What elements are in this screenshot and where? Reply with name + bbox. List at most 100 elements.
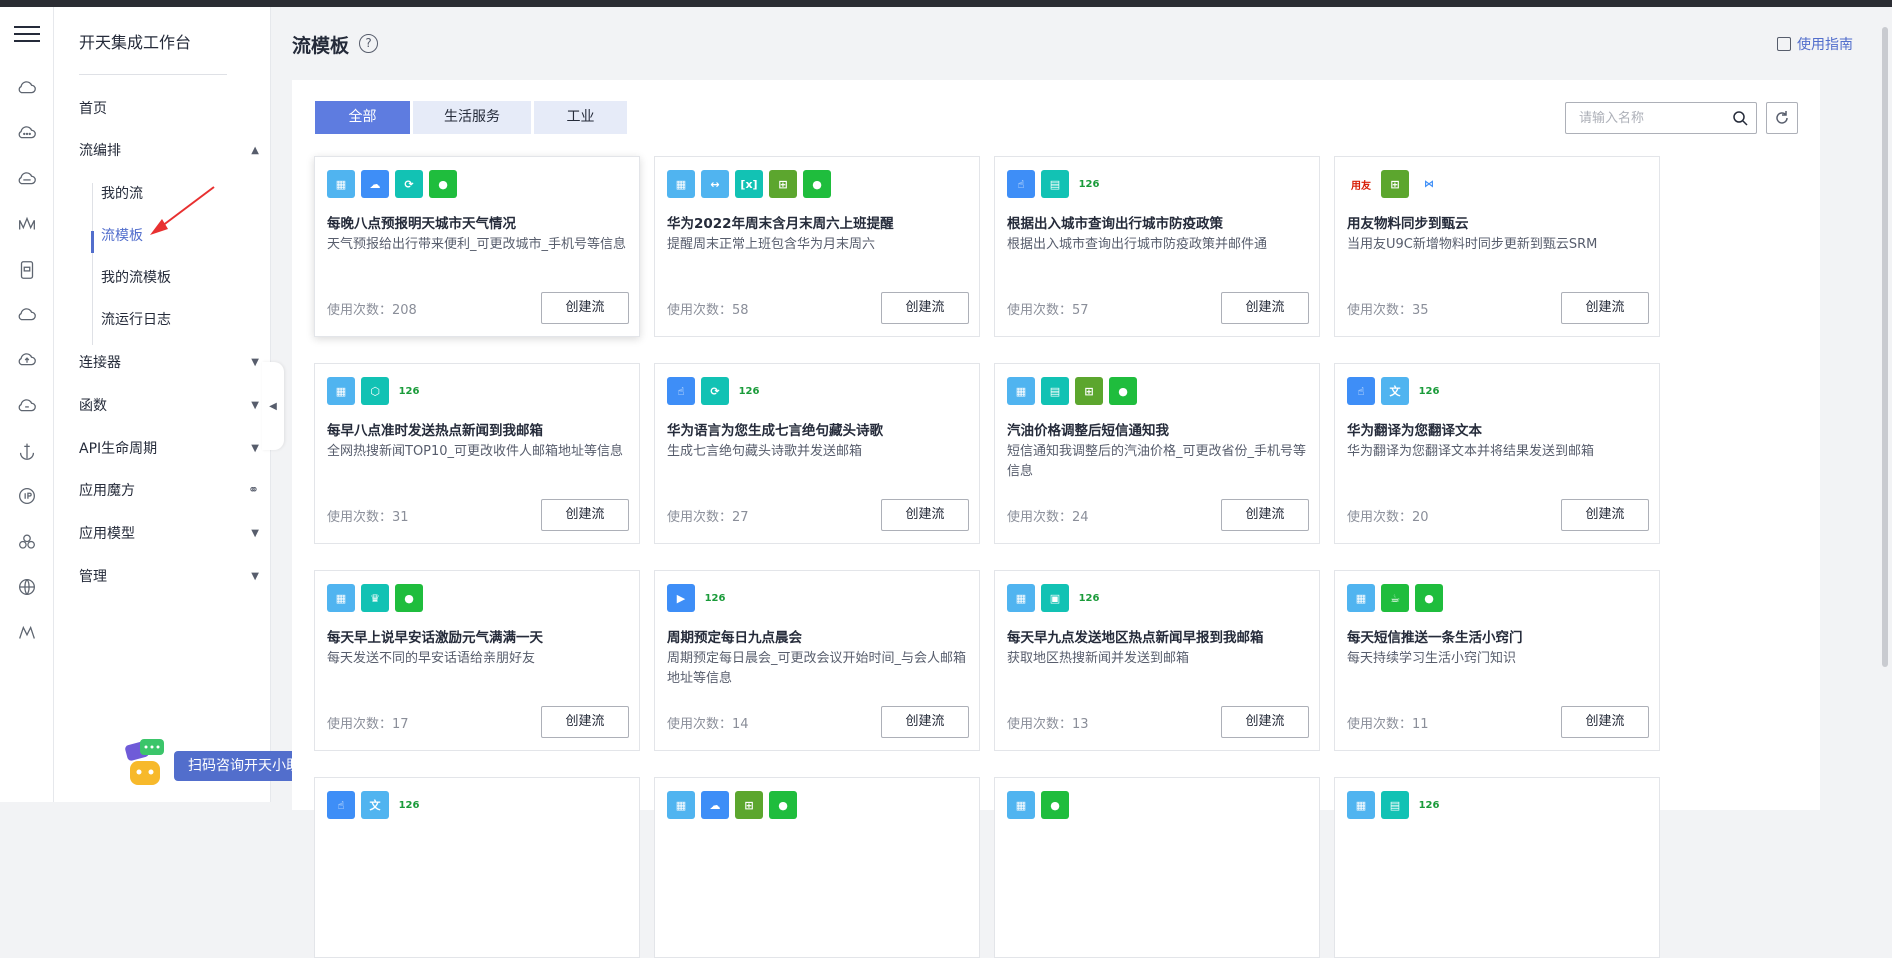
create-flow-button[interactable]: 创建流 [541, 706, 629, 738]
template-card[interactable]: ☝ 文 126 华为翻译为您翻译文本 华为翻译为您翻译文本并将结果发送到邮箱 使用次数：2… [1334, 363, 1660, 544]
create-flow-button[interactable]: 创建流 [1221, 292, 1309, 324]
template-card[interactable]: ▦ ⬡ 126 每早八点准时发送热点新闻到我邮箱 全网热搜新闻TOP10_可更改收件人邮… [314, 363, 640, 544]
calendar-icon: ▦ [1007, 584, 1035, 612]
device-icon[interactable] [15, 258, 39, 282]
zhenyun-icon: ⋈ [1415, 170, 1443, 198]
card-description: 天气预报给出行带来便利_可更改城市_手机号等信息 [327, 237, 627, 252]
search-icon[interactable] [1732, 110, 1748, 126]
touch-icon: ☝ [327, 791, 355, 819]
template-card[interactable]: ▦ ↔ [x] ⊞ ● 华为2022年周末含月末周六上班提醒 提醒周末正常上班包含华为月末周… [654, 156, 980, 337]
mail-126-icon: 126 [395, 791, 423, 819]
document-icon: ▤ [1041, 377, 1069, 405]
create-flow-button[interactable]: 创建流 [881, 706, 969, 738]
menu-toggle-icon[interactable] [14, 21, 40, 47]
cloud-outline-icon[interactable] [15, 303, 39, 327]
cloud-plus-icon[interactable] [15, 394, 39, 418]
flow-icon: ⊞ [1075, 377, 1103, 405]
template-card[interactable]: ▦ ▤ ⊞ ● 汽油价格调整后短信通知我 短信通知我调整后的汽油价格_可更改省份_手机号等… [994, 363, 1320, 544]
tab-all[interactable]: 全部 [315, 101, 410, 134]
create-flow-button[interactable]: 创建流 [1561, 292, 1649, 324]
card-usage-count: 使用次数：27 [667, 506, 749, 525]
red-arrow-annotation [150, 186, 215, 235]
menu-item-app-model[interactable]: 应用模型 ▼ [79, 523, 259, 543]
video-icon: ▶ [667, 584, 695, 612]
cloud-dots-icon[interactable] [15, 121, 39, 145]
ip-icon[interactable] [15, 484, 39, 508]
template-card[interactable]: ▦ ▤ 126 [1334, 777, 1660, 958]
chevron-left-icon: ◀ [269, 400, 277, 412]
logo-m-icon[interactable] [15, 621, 39, 645]
card-usage-count: 使用次数：208 [327, 299, 417, 318]
submenu-item-my-templates[interactable]: 我的流模板 [101, 267, 171, 287]
calendar-icon: ▦ [1007, 791, 1035, 819]
scrollbar-thumb[interactable] [1882, 27, 1888, 667]
card-description: 当用友U9C新增物料时同步更新到甄云SRM [1347, 237, 1598, 252]
create-flow-button[interactable]: 创建流 [1221, 706, 1309, 738]
calendar-icon: ▦ [327, 584, 355, 612]
card-title: 每早八点准时发送热点新闻到我邮箱 [327, 423, 543, 439]
template-card[interactable]: ☝ 文 126 [314, 777, 640, 958]
assistant-bot-icon [125, 739, 164, 785]
card-title: 华为语言为您生成七言绝句藏头诗歌 [667, 423, 883, 439]
mail-126-icon: 126 [1075, 584, 1103, 612]
template-card[interactable]: ▦ ♛ ● 每天早上说早安话激励元气满满一天 每天发送不同的早安话语给亲朋好友 使用次数：… [314, 570, 640, 751]
template-card[interactable]: ▦ ▣ 126 每天早九点发送地区热点新闻早报到我邮箱 获取地区热搜新闻并发送到邮箱 使用… [994, 570, 1320, 751]
card-description: 每天发送不同的早安话语给亲朋好友 [327, 651, 536, 666]
touch-icon: ☝ [667, 377, 695, 405]
menu-item-api-lifecycle[interactable]: API生命周期 ▼ [79, 438, 259, 458]
create-flow-button[interactable]: 创建流 [881, 292, 969, 324]
tab-industry[interactable]: 工业 [534, 101, 627, 134]
create-flow-button[interactable]: 创建流 [541, 499, 629, 531]
scrollbar[interactable] [1880, 7, 1892, 802]
globe-icon[interactable] [15, 575, 39, 599]
anchor-icon[interactable] [15, 439, 39, 463]
card-icons: ▦ ▣ 126 [1007, 584, 1103, 612]
card-title: 华为翻译为您翻译文本 [1347, 423, 1482, 439]
card-icons: ▦ ☁ ⟳ ● [327, 170, 457, 198]
create-flow-button[interactable]: 创建流 [1561, 706, 1649, 738]
template-card[interactable]: 用友 ⊞ ⋈ 用友物料同步到甄云 当用友U9C新增物料时同步更新到甄云SRM 使用次数：3… [1334, 156, 1660, 337]
menu-item-app-magic[interactable]: 应用魔方 ⚭ [79, 480, 259, 500]
collapse-sidebar-button[interactable]: ◀ [262, 362, 284, 450]
chat-icon: ● [769, 791, 797, 819]
guide-link[interactable]: 使用指南 [1777, 34, 1853, 54]
help-icon[interactable]: ? [359, 34, 378, 53]
usage-value: 11 [1412, 717, 1429, 732]
mail-126-icon: 126 [701, 584, 729, 612]
template-card[interactable]: ☝ ▤ 126 根据出入城市查询出行城市防疫政策 根据出入城市查询出行城市防疫政策并邮件… [994, 156, 1320, 337]
usage-value: 208 [392, 303, 417, 318]
usage-label: 使用次数： [1347, 303, 1413, 318]
menu-item-connectors[interactable]: 连接器 ▼ [79, 352, 259, 372]
template-card[interactable]: ☝ ⟳ 126 华为语言为您生成七言绝句藏头诗歌 生成七言绝句藏头诗歌并发送邮箱 使用次数… [654, 363, 980, 544]
menu-item-manage[interactable]: 管理 ▼ [79, 566, 259, 586]
template-card[interactable]: ▶ 126 周期预定每日九点晨会 周期预定每日晨会_可更改会议开始时间_与会人邮箱地址… [654, 570, 980, 751]
card-title: 根据出入城市查询出行城市防疫政策 [1007, 216, 1223, 232]
tab-life-service[interactable]: 生活服务 [413, 101, 531, 134]
wave-icon[interactable] [15, 212, 39, 236]
refresh-button[interactable] [1766, 102, 1798, 134]
cup-icon: ☕ [1381, 584, 1409, 612]
cloud-upload-icon[interactable] [15, 348, 39, 372]
template-card[interactable]: ▦ ☕ ● 每天短信推送一条生活小窍门 每天持续学习生活小窍门知识 使用次数：11 创建流 [1334, 570, 1660, 751]
create-flow-button[interactable]: 创建流 [881, 499, 969, 531]
submenu-item-logs[interactable]: 流运行日志 [101, 309, 171, 329]
consult-widget[interactable]: 扫码咨询开天小助手 [122, 735, 312, 804]
menu-item-functions[interactable]: 函数 ▼ [79, 395, 259, 415]
create-flow-button[interactable]: 创建流 [541, 292, 629, 324]
chevron-down-icon: ▼ [251, 399, 259, 411]
menu-item-label: 连接器 [79, 355, 121, 371]
create-flow-button[interactable]: 创建流 [1221, 499, 1309, 531]
search-input[interactable] [1566, 103, 1726, 133]
create-flow-button[interactable]: 创建流 [1561, 499, 1649, 531]
template-card[interactable]: ▦ ☁ ⟳ ● 每晚八点预报明天城市天气情况 天气预报给出行带来便利_可更改城市_手机号等… [314, 156, 640, 337]
cluster-icon[interactable] [15, 530, 39, 554]
template-card[interactable]: ▦ ● [994, 777, 1320, 958]
chevron-down-icon: ▼ [251, 527, 259, 539]
template-card[interactable]: ▦ ☁ ⊞ ● [654, 777, 980, 958]
brackets-icon: [x] [735, 170, 763, 198]
card-title: 用友物料同步到甄云 [1347, 216, 1469, 232]
usage-label: 使用次数： [327, 717, 393, 732]
cloud-sms-icon[interactable] [15, 167, 39, 191]
cloud-icon[interactable] [15, 76, 39, 100]
card-description: 生成七言绝句藏头诗歌并发送邮箱 [667, 444, 863, 459]
